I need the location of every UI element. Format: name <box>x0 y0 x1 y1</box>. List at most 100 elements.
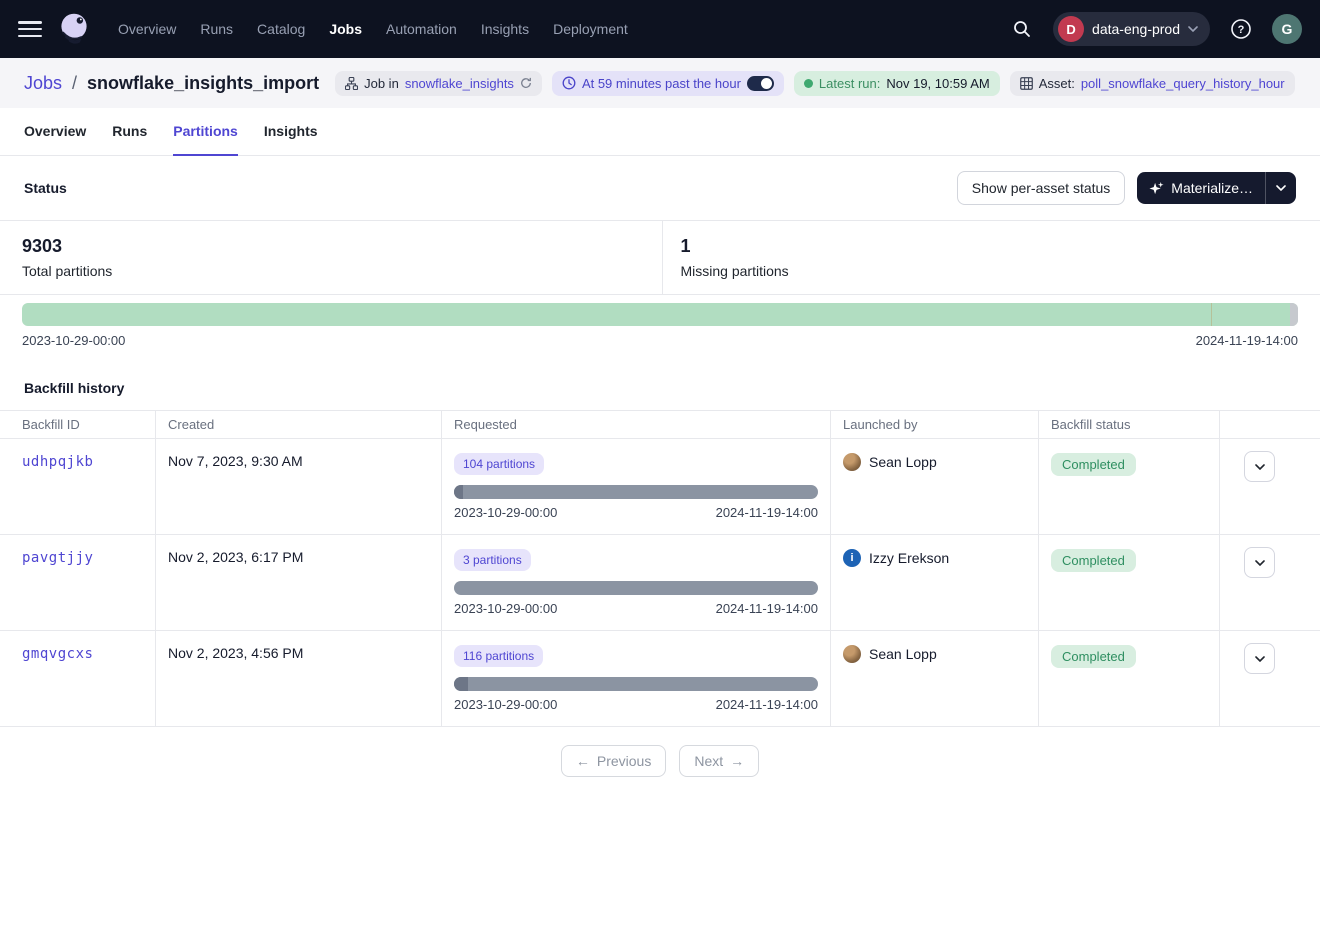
next-page-button[interactable]: Next → <box>679 745 759 777</box>
partition-health-bar[interactable] <box>22 303 1298 326</box>
row-actions-button[interactable] <box>1244 547 1275 578</box>
clock-icon <box>562 76 576 90</box>
breadcrumb-separator: / <box>72 73 77 94</box>
row-actions-button[interactable] <box>1244 451 1275 482</box>
user-avatar[interactable]: G <box>1272 14 1302 44</box>
requested-partitions-pill[interactable]: 104 partitions <box>454 453 544 475</box>
job-location-prefix: Job in <box>364 76 399 91</box>
topnav-right: D data-eng-prod ? G <box>1005 12 1302 46</box>
created-timestamp: Nov 2, 2023, 4:56 PM <box>168 645 303 661</box>
tab-partitions[interactable]: Partitions <box>173 108 238 156</box>
requested-range: 2023-10-29-00:00 2024-11-19-14:00 <box>454 677 818 712</box>
asset-link[interactable]: poll_snowflake_query_history_hour <box>1081 76 1285 91</box>
nav-item-automation[interactable]: Automation <box>386 21 457 37</box>
right-arrow-icon: → <box>730 753 744 769</box>
nav-links: Overview Runs Catalog Jobs Automation In… <box>118 21 628 37</box>
pagination: ← Previous Next → <box>0 727 1320 795</box>
left-arrow-icon: ← <box>576 753 590 769</box>
table-row: udhpqjkb Nov 7, 2023, 9:30 AM 104 partit… <box>0 439 1320 535</box>
requested-partitions-pill[interactable]: 116 partitions <box>454 645 543 667</box>
sparkle-icon <box>1149 181 1164 196</box>
nav-item-overview[interactable]: Overview <box>118 21 176 37</box>
missing-partitions-value: 1 <box>681 236 1299 257</box>
nav-item-deployment[interactable]: Deployment <box>553 21 628 37</box>
top-navigation: Overview Runs Catalog Jobs Automation In… <box>0 0 1320 58</box>
backfill-id-link[interactable]: udhpqjkb <box>22 454 93 470</box>
requested-partitions-pill[interactable]: 3 partitions <box>454 549 531 571</box>
latest-run-time[interactable]: Nov 19, 10:59 AM <box>886 76 989 91</box>
launched-by: i Izzy Erekson <box>843 549 1026 567</box>
breadcrumb-jobs-link[interactable]: Jobs <box>24 73 62 94</box>
total-partitions-value: 9303 <box>22 236 640 257</box>
missing-partitions-label: Missing partitions <box>681 263 1299 279</box>
chevron-down-icon <box>1255 464 1265 470</box>
workspace-avatar: D <box>1058 16 1084 42</box>
launched-by-name: Izzy Erekson <box>869 550 949 566</box>
table-row: gmqvgcxs Nov 2, 2023, 4:56 PM 116 partit… <box>0 631 1320 727</box>
partition-range-end: 2024-11-19-14:00 <box>1196 333 1298 348</box>
latest-run-badge: Latest run: Nov 19, 10:59 AM <box>794 71 1000 96</box>
breadcrumb: Jobs / snowflake_insights_import Job in … <box>0 58 1320 108</box>
asset-label: Asset: <box>1039 76 1075 91</box>
range-end: 2024-11-19-14:00 <box>716 697 818 712</box>
column-header-created: Created <box>155 411 441 438</box>
column-header-launched-by: Launched by <box>830 411 1038 438</box>
workspace-switcher[interactable]: D data-eng-prod <box>1053 12 1210 46</box>
job-location-badge: Job in snowflake_insights <box>335 71 542 96</box>
nav-item-insights[interactable]: Insights <box>481 21 529 37</box>
menu-icon[interactable] <box>18 21 42 37</box>
search-icon[interactable] <box>1005 12 1039 46</box>
backfill-id-link[interactable]: gmqvgcxs <box>22 646 93 662</box>
materialize-dropdown-button[interactable] <box>1265 172 1296 204</box>
requested-range-bar <box>454 485 818 499</box>
schedule-toggle[interactable] <box>747 76 774 91</box>
partition-range-start: 2023-10-29-00:00 <box>22 333 125 348</box>
tab-insights[interactable]: Insights <box>264 108 318 156</box>
column-header-actions <box>1219 411 1320 438</box>
column-header-backfill-status: Backfill status <box>1038 411 1219 438</box>
status-dot-icon <box>804 79 813 88</box>
backfill-id-link[interactable]: pavgtjjy <box>22 550 93 566</box>
materialize-button[interactable]: Materialize… <box>1137 172 1265 204</box>
dagster-logo-icon[interactable] <box>56 10 92 48</box>
page-tabs: Overview Runs Partitions Insights <box>0 108 1320 156</box>
row-actions-button[interactable] <box>1244 643 1275 674</box>
requested-range: 2023-10-29-00:00 2024-11-19-14:00 <box>454 581 818 616</box>
nav-item-catalog[interactable]: Catalog <box>257 21 305 37</box>
tab-overview[interactable]: Overview <box>24 108 86 156</box>
show-per-asset-status-button[interactable]: Show per-asset status <box>957 171 1126 205</box>
chevron-down-icon <box>1255 656 1265 662</box>
sitemap-icon <box>345 77 358 90</box>
avatar <box>843 645 861 663</box>
status-badge: Completed <box>1051 453 1136 476</box>
tab-runs[interactable]: Runs <box>112 108 147 156</box>
table-header-row: Backfill ID Created Requested Launched b… <box>0 410 1320 439</box>
range-start: 2023-10-29-00:00 <box>454 697 557 712</box>
help-icon[interactable]: ? <box>1224 12 1258 46</box>
chevron-down-icon <box>1276 185 1286 191</box>
materialize-split-button: Materialize… <box>1137 172 1296 204</box>
status-section-header: Status Show per-asset status Materialize… <box>0 156 1320 220</box>
range-start: 2023-10-29-00:00 <box>454 601 557 616</box>
nav-item-runs[interactable]: Runs <box>200 21 233 37</box>
backfill-history-table: Backfill ID Created Requested Launched b… <box>0 410 1320 727</box>
column-header-requested: Requested <box>441 411 830 438</box>
asset-badge: Asset: poll_snowflake_query_history_hour <box>1010 71 1295 96</box>
range-end: 2024-11-19-14:00 <box>716 601 818 616</box>
requested-range-bar <box>454 581 818 595</box>
job-location-link[interactable]: snowflake_insights <box>405 76 514 91</box>
chevron-down-icon <box>1255 560 1265 566</box>
materialize-label: Materialize… <box>1171 180 1253 196</box>
column-header-backfill-id: Backfill ID <box>0 411 155 438</box>
reload-icon[interactable] <box>520 77 532 89</box>
created-timestamp: Nov 2, 2023, 6:17 PM <box>168 549 303 565</box>
previous-page-button[interactable]: ← Previous <box>561 745 666 777</box>
total-partitions-stat: 9303 Total partitions <box>0 221 662 294</box>
launched-by-name: Sean Lopp <box>869 646 937 662</box>
asset-grid-icon <box>1020 77 1033 90</box>
avatar <box>843 453 861 471</box>
total-partitions-label: Total partitions <box>22 263 640 279</box>
missing-partitions-stat: 1 Missing partitions <box>662 221 1320 294</box>
status-badge: Completed <box>1051 549 1136 572</box>
nav-item-jobs[interactable]: Jobs <box>329 21 362 37</box>
